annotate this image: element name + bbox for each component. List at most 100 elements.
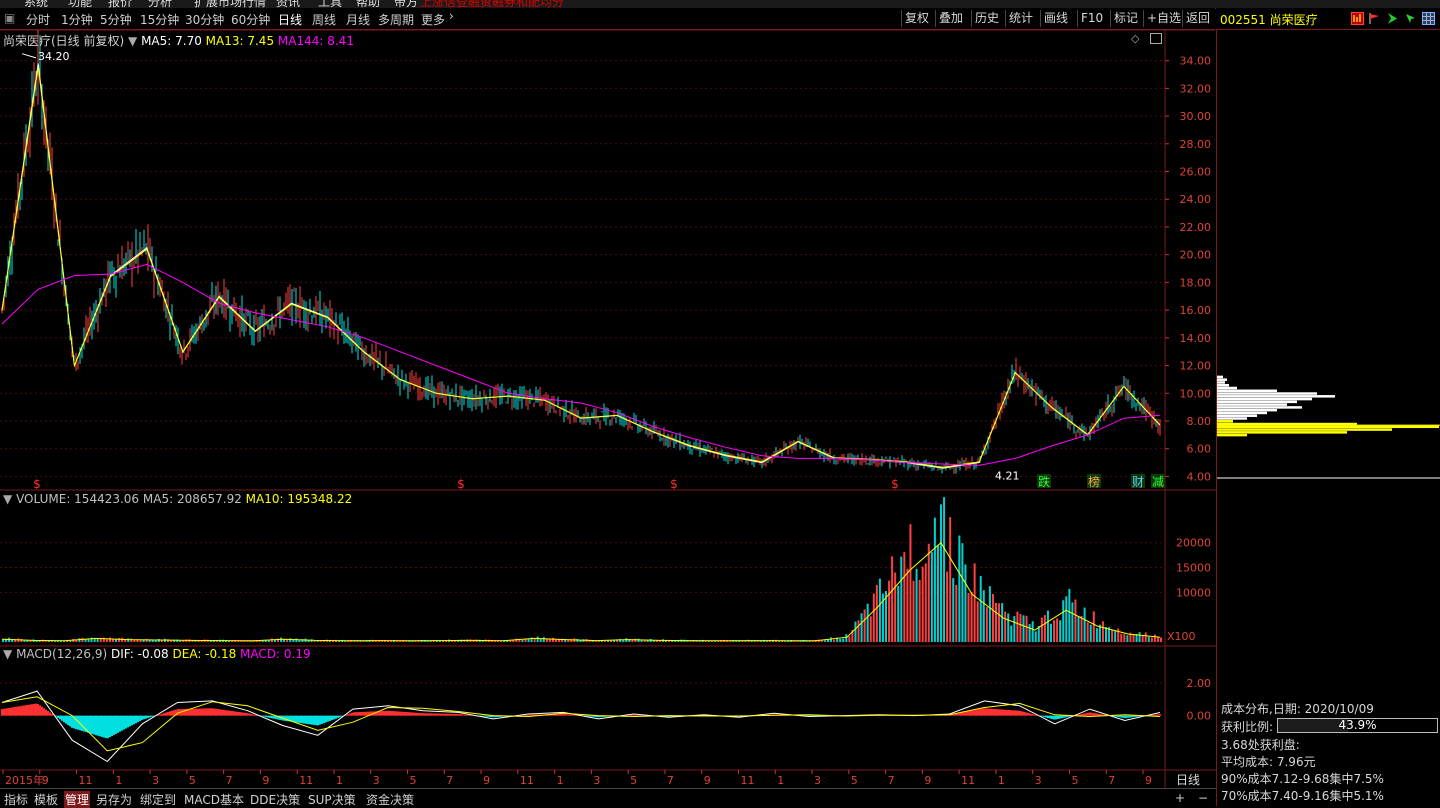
toolbar-button[interactable]: 标记 [1110, 10, 1141, 27]
toolbar-button[interactable]: F10 [1077, 10, 1106, 27]
price-tick-label: 26.00 [1180, 166, 1212, 179]
toolbar-button[interactable]: 返回 [1182, 10, 1213, 27]
volume-bar [1092, 611, 1095, 642]
arrow-icon[interactable] [1386, 12, 1399, 25]
chip-bar [1217, 425, 1439, 429]
grid-icon[interactable] [1422, 12, 1435, 25]
event-mark[interactable]: 榜 [1088, 474, 1100, 489]
collapse-icon[interactable]: ▼ [128, 34, 137, 48]
volume-bar [1089, 624, 1092, 642]
chip-bar [1217, 375, 1223, 379]
time-axis-label: 11 [79, 774, 93, 787]
indicator-tab[interactable]: 资金决策 [366, 791, 414, 808]
volume-bar [918, 579, 921, 642]
toolbar-button[interactable]: +自选 [1143, 10, 1184, 27]
volume-bar [943, 497, 946, 642]
volume-bar [970, 592, 973, 642]
period-tab[interactable]: 月线 [346, 11, 370, 28]
volume-bar [848, 636, 851, 642]
volume-bar [603, 640, 606, 642]
volume-bar [949, 517, 952, 642]
period-tab[interactable]: 1分钟 [61, 11, 93, 28]
dividend-mark[interactable]: $ [670, 477, 678, 491]
volume-bar [542, 637, 545, 642]
volume-value: MA10: 195348.22 [245, 492, 353, 506]
event-mark[interactable]: 减 [1152, 475, 1164, 489]
flag-icon[interactable] [1368, 12, 1381, 25]
dividend-mark[interactable]: $ [891, 477, 899, 491]
volume-bar [127, 638, 130, 642]
volume-bar [869, 616, 872, 642]
period-tab[interactable]: 周线 [312, 11, 336, 28]
dividend-mark[interactable]: $ [457, 477, 465, 491]
chip-bar [1217, 406, 1302, 409]
ma-value: MA144: 8.41 [277, 34, 354, 48]
period-tab[interactable]: 更多 [421, 11, 445, 28]
price-panel-title: 尚荣医疗(日线 前复权) [3, 34, 125, 48]
volume-bar [108, 637, 111, 642]
indicator-tab[interactable]: DDE决策 [250, 791, 300, 808]
volume-tick-label: 10000 [1176, 586, 1211, 599]
period-tab[interactable]: 分时 [26, 11, 50, 28]
price-tick-label: 24.00 [1180, 193, 1212, 206]
period-tab[interactable]: 5分钟 [100, 11, 132, 28]
volume-bar [1111, 629, 1114, 642]
volume-bar [1028, 623, 1031, 642]
time-axis-label: 7 [667, 774, 674, 787]
event-mark[interactable]: 财 [1132, 475, 1144, 489]
volume-bar [924, 563, 927, 642]
kline-chart[interactable]: 4.006.008.0010.0012.0014.0016.0018.0020.… [0, 30, 1216, 788]
collapse-icon[interactable]: ▣ [4, 11, 15, 25]
indicator-tab[interactable]: 模板 [34, 791, 58, 808]
volume-bar [1059, 620, 1062, 642]
chevron-right-icon[interactable]: › [449, 9, 454, 23]
period-tab[interactable]: 多周期 [378, 11, 414, 28]
indicator-tab[interactable]: 指标 [4, 791, 28, 808]
volume-bar [1117, 628, 1120, 642]
volume-bar [1132, 634, 1135, 642]
volume-bar [894, 572, 897, 642]
high-pointer [21, 53, 37, 59]
price-tick-label: 20.00 [1180, 249, 1212, 262]
volume-tick-label: 20000 [1176, 537, 1211, 550]
toolbar-button[interactable]: 叠加 [935, 10, 966, 27]
toolbar-button[interactable]: 画线 [1040, 10, 1071, 27]
indicator-tab[interactable]: 另存为 [96, 791, 132, 808]
collapse-icon[interactable]: ▼ [3, 492, 12, 506]
chip-bar [1217, 392, 1317, 395]
period-tab[interactable]: 60分钟 [231, 11, 270, 28]
time-axis-label: 9 [704, 774, 711, 787]
period-tab[interactable]: 15分钟 [140, 11, 179, 28]
volume-bar [1114, 630, 1117, 642]
collapse-icon[interactable]: ▼ [3, 647, 12, 661]
chip-bar [1217, 395, 1335, 398]
toolbar-button[interactable]: 统计 [1005, 10, 1036, 27]
volume-values: VOLUME: 154423.06 MA5: 208657.92 MA10: 1… [16, 492, 352, 506]
time-axis-label: 1 [777, 774, 784, 787]
period-tab[interactable]: 30分钟 [185, 11, 224, 28]
volume-bar [1141, 635, 1144, 642]
period-tab[interactable]: 日线 [278, 11, 302, 28]
volume-bar [842, 638, 845, 642]
pin-icon[interactable] [1404, 12, 1417, 25]
volume-bar [839, 638, 842, 642]
diamond-icon[interactable]: ◇ [1131, 32, 1139, 45]
candlesticks [1, 30, 1161, 474]
toolbar-button[interactable]: 历史 [971, 10, 1002, 27]
indicator-tab[interactable]: 管理 [64, 791, 91, 808]
toolbar-button[interactable]: 复权 [901, 10, 932, 27]
zoom-out-button[interactable]: − [1198, 791, 1208, 805]
dividend-mark[interactable]: $ [33, 477, 41, 491]
chip-bar [1217, 420, 1233, 423]
cost-70-percent: 70%成本7.40-9.16集中5.1% [1221, 789, 1384, 803]
volume-tick-label: 15000 [1176, 562, 1211, 575]
indicator-tab[interactable]: 绑定到 [140, 791, 176, 808]
chart-icon[interactable] [1351, 12, 1364, 25]
volume-bar [267, 640, 270, 642]
indicator-tab[interactable]: SUP决策 [308, 791, 356, 808]
indicator-tab[interactable]: MACD基本 [184, 791, 244, 808]
time-axis-label: 11 [520, 774, 534, 787]
event-mark[interactable]: 跌 [1038, 474, 1050, 489]
zoom-in-button[interactable]: + [1175, 791, 1185, 805]
window-toggle-icon[interactable] [1150, 33, 1162, 44]
